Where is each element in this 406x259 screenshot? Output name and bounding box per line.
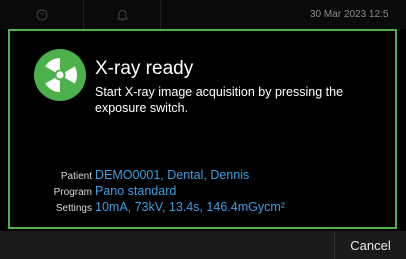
xray-ready-dialog: X-ray ready Start X-ray image acquisitio… [8, 29, 397, 229]
date-time: 30 Mar 2023 12:5 [310, 9, 389, 20]
radiation-icon [34, 49, 86, 101]
patient-row: Patient DEMO0001, Dental, Dennis [10, 168, 395, 184]
help-button[interactable]: ? [0, 0, 84, 29]
patient-value: DEMO0001, Dental, Dennis [95, 168, 250, 182]
settings-label: Settings [55, 203, 92, 214]
program-row: Program Pano standard [10, 184, 395, 200]
settings-row: Settings 10mA, 73kV, 13.4s, 146.4mGycm² [10, 200, 395, 216]
settings-value: 10mA, 73kV, 13.4s, 146.4mGycm² [95, 200, 285, 214]
svg-text:?: ? [40, 12, 44, 19]
bottom-bar: Cancel [0, 231, 406, 259]
notifications-button[interactable] [84, 0, 161, 29]
program-label: Program [53, 187, 92, 198]
help-icon: ? [36, 9, 47, 20]
program-value: Pano standard [95, 184, 177, 198]
bell-icon [116, 9, 128, 21]
cancel-button[interactable]: Cancel [334, 231, 406, 259]
dialog-message: Start X-ray image acquisition by pressin… [95, 85, 344, 115]
patient-label: Patient [60, 171, 92, 182]
dialog-title: X-ray ready [95, 58, 194, 79]
top-bar: ? 30 Mar 2023 12:5 [0, 0, 406, 29]
exposure-info: Patient DEMO0001, Dental, Dennis Program… [10, 168, 395, 216]
